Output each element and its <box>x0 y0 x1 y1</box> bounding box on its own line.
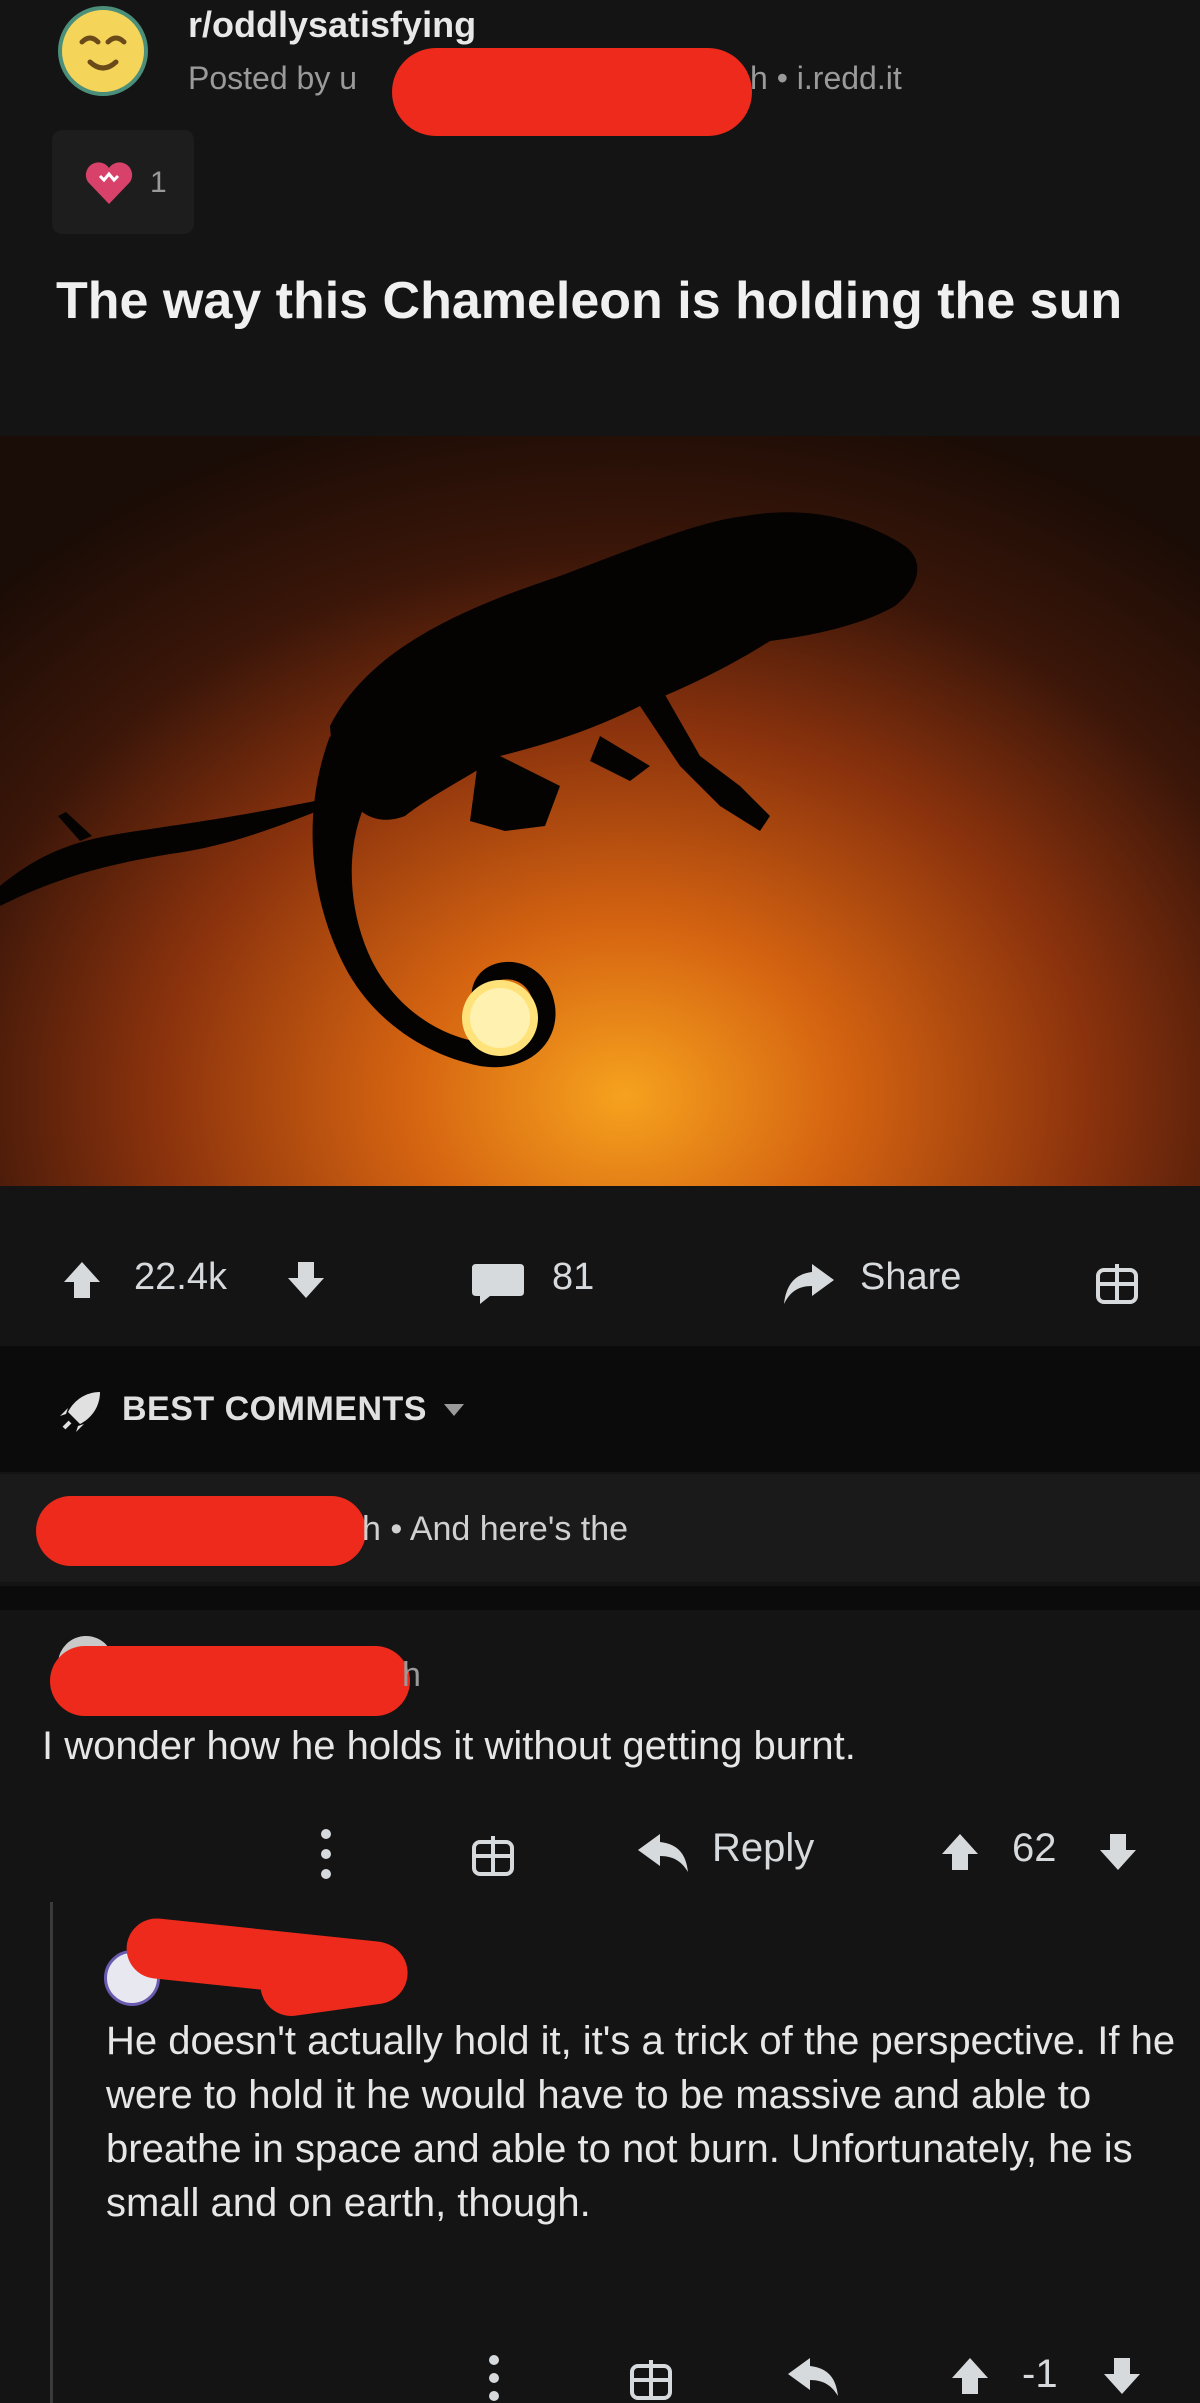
upvote-arrow-icon[interactable] <box>938 1830 982 1874</box>
redacted-username <box>50 1646 410 1716</box>
more-vertical-icon[interactable] <box>486 2352 502 2402</box>
sort-label[interactable]: BEST COMMENTS <box>122 1390 427 1429</box>
comment-body: I wonder how he holds it without getting… <box>42 1724 856 1768</box>
comment-score: 62 <box>1012 1826 1057 1870</box>
thread-line[interactable] <box>50 1902 53 2403</box>
comment-time: h <box>402 1656 421 1694</box>
redacted-username <box>392 48 752 136</box>
chevron-down-icon[interactable] <box>442 1402 466 1418</box>
award-count: 1 <box>150 166 167 199</box>
post-title[interactable]: The way this Chameleon is holding the su… <box>56 266 1156 336</box>
comment-body: He doesn't actually hold it, it's a tric… <box>106 2019 1176 2225</box>
downvote-arrow-icon[interactable] <box>1096 1830 1140 1874</box>
collapsed-comment-preview: h • And here's the <box>362 1510 629 1548</box>
gift-box-icon[interactable] <box>1094 1256 1140 1306</box>
divider <box>0 1586 1200 1610</box>
post-score: 22.4k <box>134 1256 227 1298</box>
upvote-arrow-icon[interactable] <box>60 1258 104 1302</box>
gift-box-icon[interactable] <box>470 1828 516 1878</box>
upvote-arrow-icon[interactable] <box>948 2354 992 2398</box>
downvote-arrow-icon[interactable] <box>284 1258 328 1302</box>
post-meta: h • i.redd.it <box>750 60 902 96</box>
comment-count[interactable]: 81 <box>552 1256 594 1299</box>
reply-arrow-icon[interactable] <box>786 2354 840 2398</box>
heart-award-icon <box>85 162 133 204</box>
more-vertical-icon[interactable] <box>318 1826 334 1882</box>
reply-button[interactable]: Reply <box>712 1826 814 1871</box>
subreddit-avatar-icon[interactable] <box>58 6 148 96</box>
share-arrow-icon[interactable] <box>782 1260 836 1306</box>
gift-box-icon[interactable] <box>628 2352 674 2400</box>
share-button[interactable]: Share <box>860 1256 961 1299</box>
downvote-arrow-icon[interactable] <box>1100 2354 1144 2398</box>
subreddit-name-link[interactable]: r/oddlysatisfying <box>188 4 476 46</box>
reply-arrow-icon[interactable] <box>636 1830 690 1874</box>
redacted-username <box>36 1496 366 1566</box>
posted-by-label: Posted by u <box>188 60 357 96</box>
comment-bubble-icon[interactable] <box>470 1260 526 1306</box>
rocket-sort-icon <box>60 1392 100 1432</box>
comment-score: -1 <box>1022 2352 1058 2396</box>
post-image[interactable] <box>0 436 1200 1186</box>
